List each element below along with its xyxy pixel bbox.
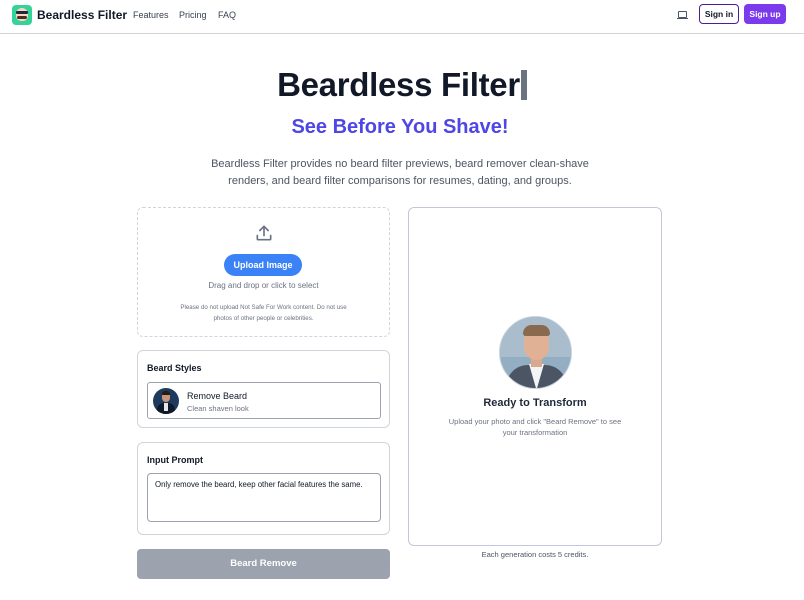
input-prompt-title: Input Prompt bbox=[147, 455, 203, 465]
preview-description: Upload your photo and click "Beard Remov… bbox=[448, 417, 622, 437]
typing-cursor bbox=[520, 70, 527, 100]
upload-dropzone[interactable]: Upload Image Drag and drop or click to s… bbox=[137, 207, 390, 337]
brand-name[interactable]: Beardless Filter bbox=[37, 8, 127, 22]
preview-panel: Ready to Transform Upload your photo and… bbox=[408, 207, 662, 546]
page-title: Beardless Filter bbox=[0, 66, 804, 104]
credits-note: Each generation costs 5 credits. bbox=[481, 550, 589, 559]
nav-link-faq[interactable]: FAQ bbox=[218, 10, 236, 20]
page-description: Beardless Filter provides no beard filte… bbox=[211, 158, 589, 187]
nav-link-pricing[interactable]: Pricing bbox=[179, 10, 207, 20]
sign-up-button[interactable]: Sign up bbox=[744, 4, 786, 24]
page-title-text: Beardless Filter bbox=[277, 66, 520, 103]
laptop-icon[interactable] bbox=[677, 11, 688, 19]
preview-title: Ready to Transform bbox=[483, 397, 587, 409]
beard-style-option-remove[interactable]: Remove Beard Clean shaven look bbox=[147, 382, 381, 419]
sign-in-button[interactable]: Sign in bbox=[699, 4, 739, 24]
page-subtitle: See Before You Shave! bbox=[291, 116, 509, 138]
style-option-name: Remove Beard bbox=[187, 391, 248, 401]
input-prompt-panel: Input Prompt Only remove the beard, keep… bbox=[137, 442, 390, 535]
nav-link-features[interactable]: Features bbox=[133, 10, 169, 20]
upload-icon bbox=[256, 225, 272, 241]
prompt-input[interactable]: Only remove the beard, keep other facial… bbox=[147, 473, 381, 522]
upload-hint: Drag and drop or click to select bbox=[208, 281, 319, 290]
upload-policy-note: Please do not upload Not Safe For Work c… bbox=[180, 304, 347, 322]
style-option-description: Clean shaven look bbox=[187, 404, 249, 413]
upload-image-button[interactable]: Upload Image bbox=[224, 254, 302, 276]
top-nav: Beardless Filter Features Pricing FAQ Si… bbox=[0, 0, 804, 34]
brand-logo-icon[interactable] bbox=[12, 5, 32, 25]
beard-remove-button[interactable]: Beard Remove bbox=[137, 549, 390, 579]
beard-styles-title: Beard Styles bbox=[147, 363, 202, 373]
beard-styles-panel: Beard Styles Remove Beard Clean shaven l… bbox=[137, 350, 390, 428]
sample-portrait bbox=[499, 316, 572, 389]
style-avatar bbox=[153, 388, 179, 414]
